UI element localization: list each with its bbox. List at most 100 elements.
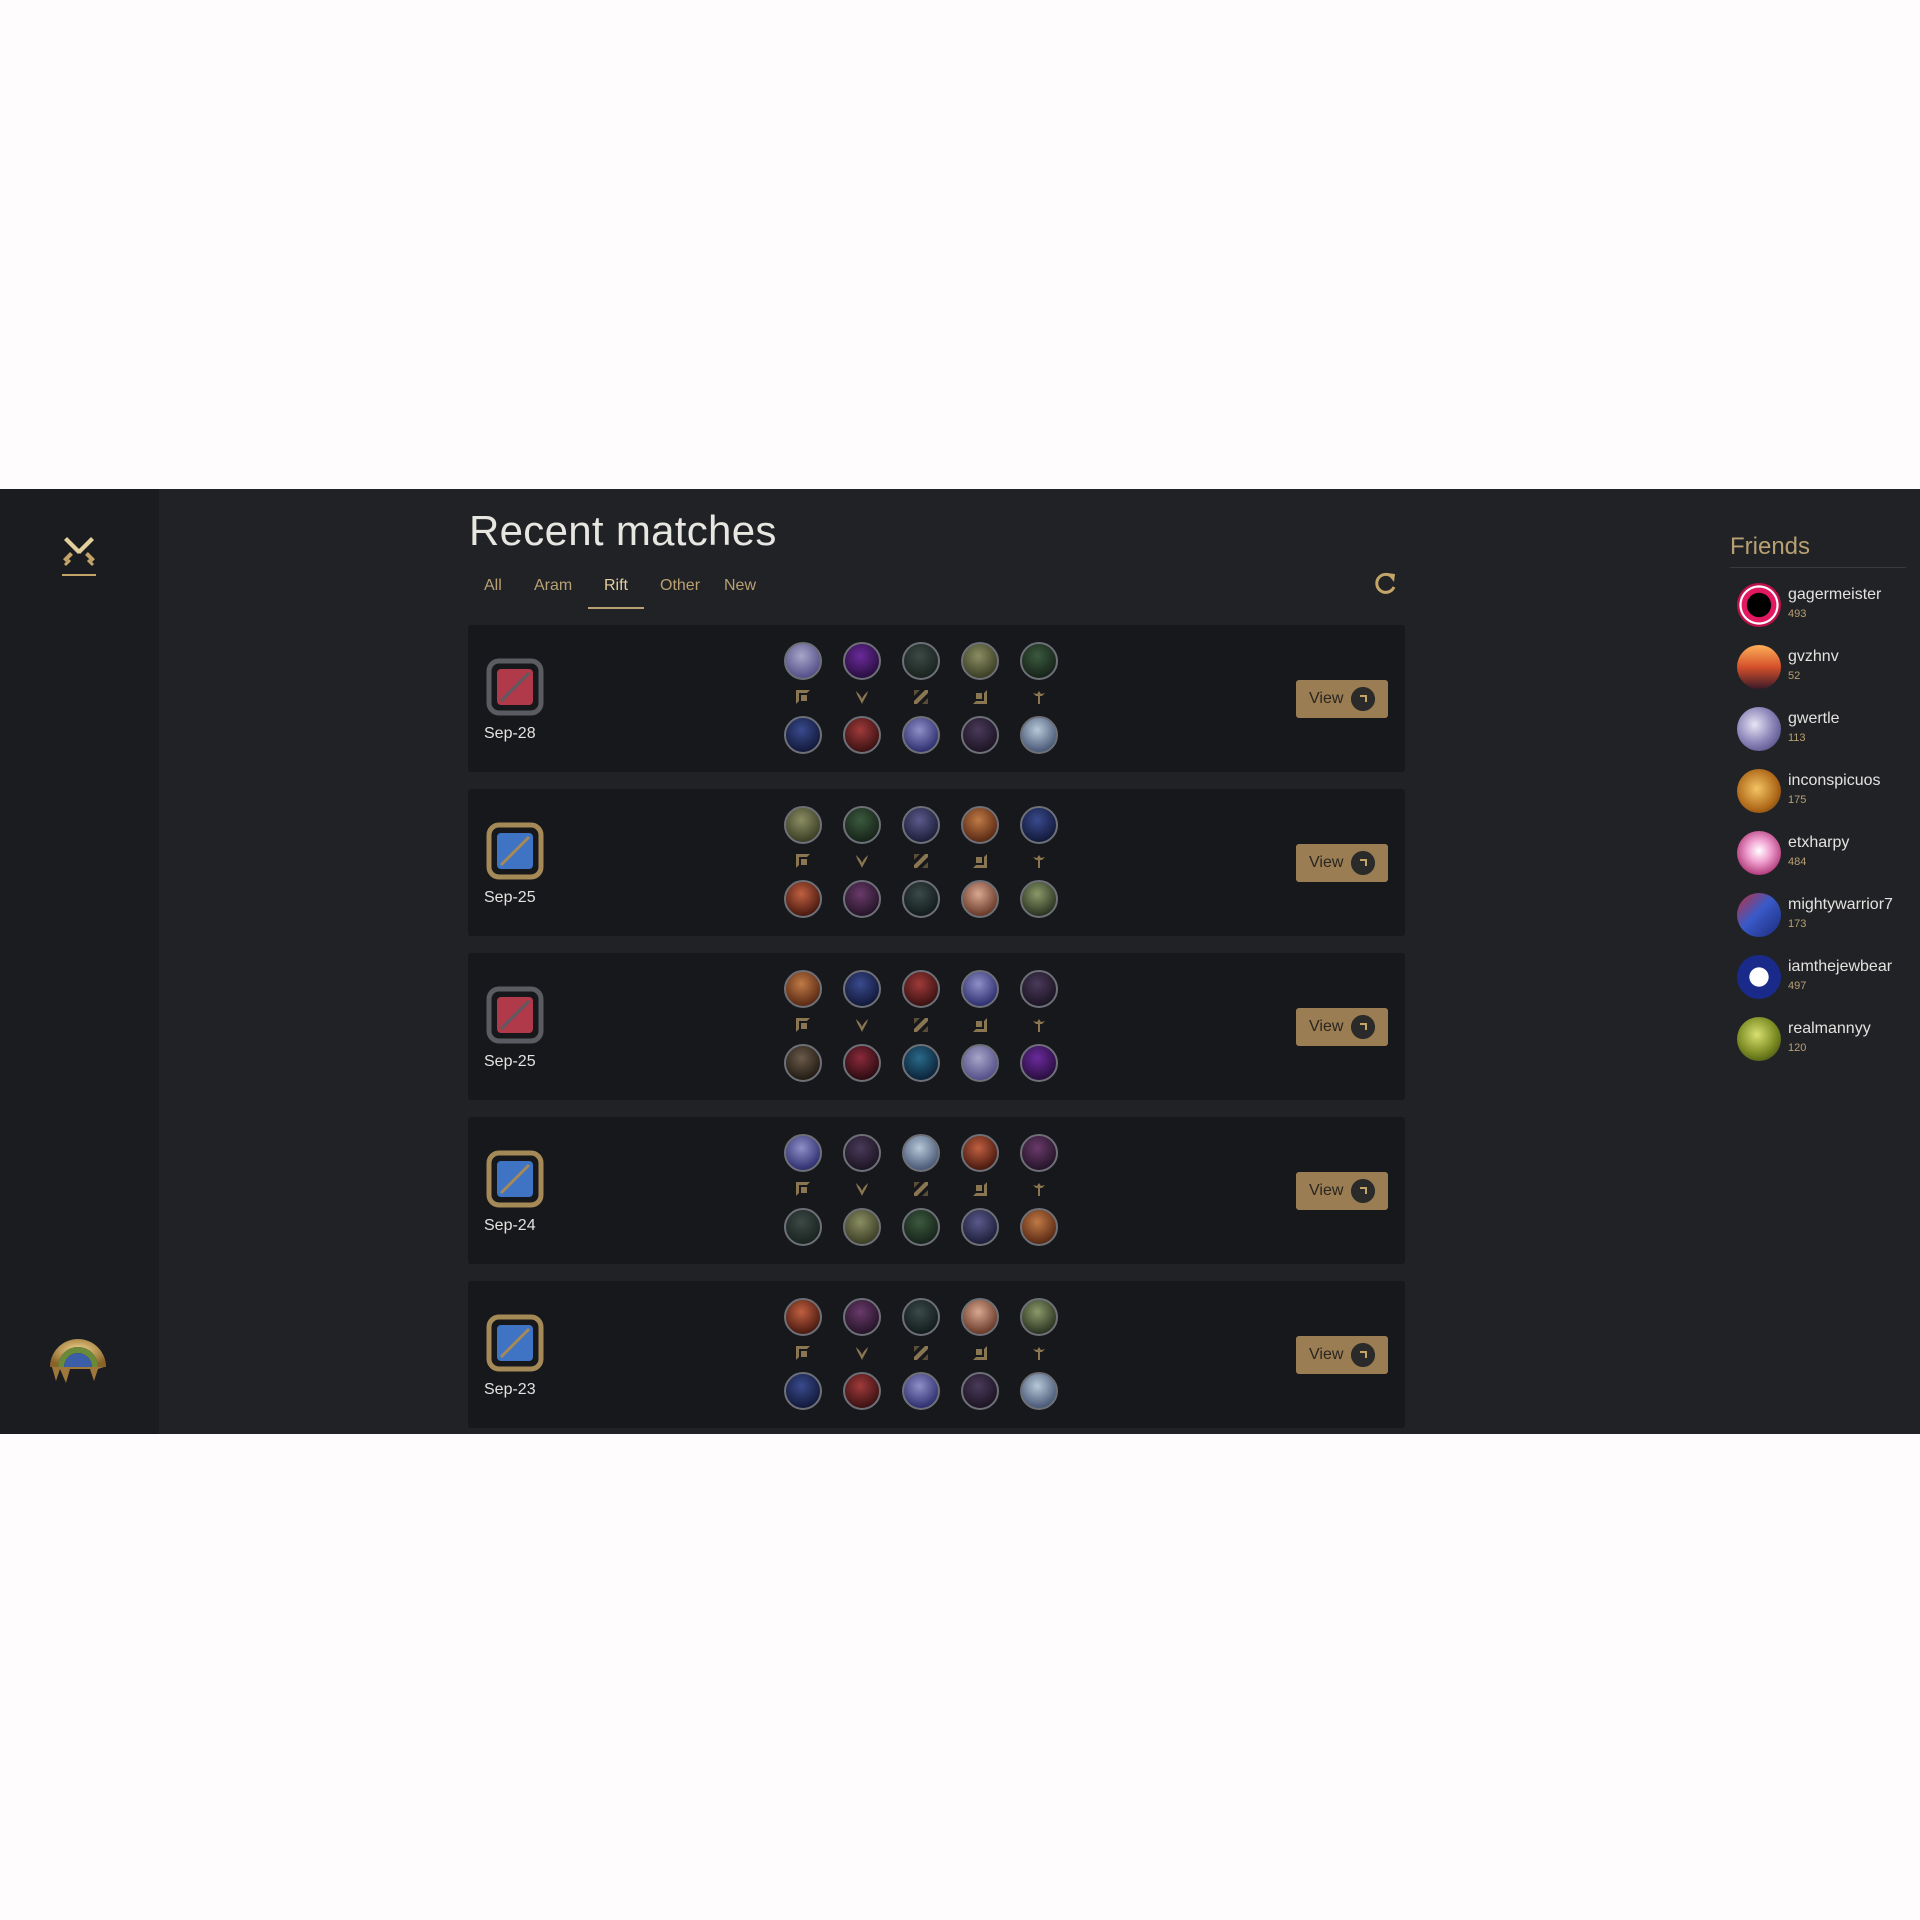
friend-avatar (1737, 769, 1781, 813)
enemy-champion-icon (784, 1208, 822, 1246)
enemy-champion-icon (902, 1372, 940, 1410)
top-role-icon (796, 854, 810, 868)
refresh-icon[interactable] (1373, 570, 1399, 596)
friend-level: 113 (1788, 732, 1806, 744)
account-emblem-icon[interactable] (46, 1325, 110, 1387)
victory-icon (486, 1314, 544, 1372)
mid-role-icon (914, 854, 928, 868)
ally-champion-icon (902, 642, 940, 680)
defeat-icon (486, 986, 544, 1044)
ally-champion-icon (961, 642, 999, 680)
support-role-icon (1033, 691, 1045, 704)
mid-role-icon (914, 1182, 928, 1196)
top-role-icon (796, 1018, 810, 1032)
friend-name: inconspicuos (1788, 772, 1881, 789)
bottom-role-icon (973, 690, 987, 704)
friend-name: gwertle (1788, 710, 1840, 727)
ally-champion-icon (784, 1298, 822, 1336)
ally-champion-icon (843, 1134, 881, 1172)
friend-item[interactable]: gvzhnv 52 (1737, 645, 1917, 701)
top-role-icon (796, 690, 810, 704)
ally-champion-icon (784, 970, 822, 1008)
match-date: Sep-28 (484, 725, 536, 742)
ally-champion-icon (1020, 806, 1058, 844)
arrow-corner-icon (1351, 1179, 1375, 1203)
friend-item[interactable]: realmannyy 120 (1737, 1017, 1917, 1073)
enemy-champion-icon (784, 1044, 822, 1082)
support-role-icon (1033, 1183, 1045, 1196)
match-date: Sep-23 (484, 1381, 536, 1398)
ally-champion-icon (902, 806, 940, 844)
tab-aram[interactable]: Aram (518, 575, 588, 607)
enemy-champion-icon (902, 880, 940, 918)
friend-item[interactable]: gwertle 113 (1737, 707, 1917, 763)
friend-item[interactable]: iamthejewbear 497 (1737, 955, 1917, 1011)
arrow-corner-icon (1351, 687, 1375, 711)
jungle-role-icon (856, 1183, 868, 1196)
arrow-corner-icon (1351, 1015, 1375, 1039)
friend-level: 175 (1788, 794, 1807, 806)
tab-other[interactable]: Other (644, 575, 716, 607)
tab-rift[interactable]: Rift (588, 575, 644, 609)
sidebar (0, 489, 159, 1434)
friend-item[interactable]: gagermeister 493 (1737, 583, 1917, 639)
friend-name: mightywarrior7 (1788, 896, 1893, 913)
tab-new[interactable]: New (708, 575, 772, 607)
ally-champion-icon (1020, 970, 1058, 1008)
ally-champion-icon (902, 1134, 940, 1172)
friend-avatar (1737, 831, 1781, 875)
friend-level: 173 (1788, 918, 1807, 930)
view-button-label: View (1309, 1182, 1344, 1199)
bottom-role-icon (973, 854, 987, 868)
match-row: Sep-23 View (468, 1281, 1405, 1428)
friend-item[interactable]: inconspicuos 175 (1737, 769, 1917, 825)
tab-all[interactable]: All (468, 575, 518, 607)
victory-icon (486, 1150, 544, 1208)
view-match-button[interactable]: View (1296, 1336, 1388, 1374)
ally-champion-icon (784, 642, 822, 680)
enemy-champion-icon (1020, 716, 1058, 754)
friends-divider (1730, 567, 1906, 568)
friend-name: gagermeister (1788, 586, 1882, 603)
champion-grid (784, 1134, 1060, 1246)
friend-level: 493 (1788, 608, 1807, 620)
ally-champion-icon (843, 1298, 881, 1336)
match-row: Sep-25 View (468, 953, 1405, 1100)
enemy-champion-icon (961, 1372, 999, 1410)
bottom-role-icon (973, 1018, 987, 1032)
jungle-role-icon (856, 855, 868, 868)
enemy-champion-icon (1020, 1044, 1058, 1082)
friend-name: iamthejewbear (1788, 958, 1893, 975)
friend-avatar (1737, 645, 1781, 689)
match-date: Sep-25 (484, 1053, 536, 1070)
support-role-icon (1033, 855, 1045, 868)
view-match-button[interactable]: View (1296, 680, 1388, 718)
friend-item[interactable]: mightywarrior7 173 (1737, 893, 1917, 949)
app-window: Recent matches All Aram Rift Other New S… (0, 489, 1920, 1434)
support-role-icon (1033, 1347, 1045, 1360)
friend-item[interactable]: etxharpy 484 (1737, 831, 1917, 887)
view-button-label: View (1309, 690, 1344, 707)
view-match-button[interactable]: View (1296, 844, 1388, 882)
crossed-swords-icon[interactable] (61, 533, 97, 569)
view-match-button[interactable]: View (1296, 1008, 1388, 1046)
mid-role-icon (914, 690, 928, 704)
enemy-champion-icon (843, 1044, 881, 1082)
friend-name: gvzhnv (1788, 648, 1839, 665)
view-match-button[interactable]: View (1296, 1172, 1388, 1210)
match-date: Sep-25 (484, 889, 536, 906)
matches-panel: Recent matches All Aram Rift Other New S… (468, 489, 1406, 1434)
arrow-corner-icon (1351, 1343, 1375, 1367)
ally-champion-icon (961, 970, 999, 1008)
bottom-role-icon (973, 1182, 987, 1196)
view-button-label: View (1309, 1346, 1344, 1363)
top-role-icon (796, 1182, 810, 1196)
enemy-champion-icon (843, 716, 881, 754)
friend-avatar (1737, 955, 1781, 999)
champion-grid (784, 970, 1060, 1082)
victory-icon (486, 822, 544, 880)
friend-level: 52 (1788, 670, 1801, 682)
enemy-champion-icon (1020, 1372, 1058, 1410)
view-button-label: View (1309, 854, 1344, 871)
enemy-champion-icon (843, 1208, 881, 1246)
